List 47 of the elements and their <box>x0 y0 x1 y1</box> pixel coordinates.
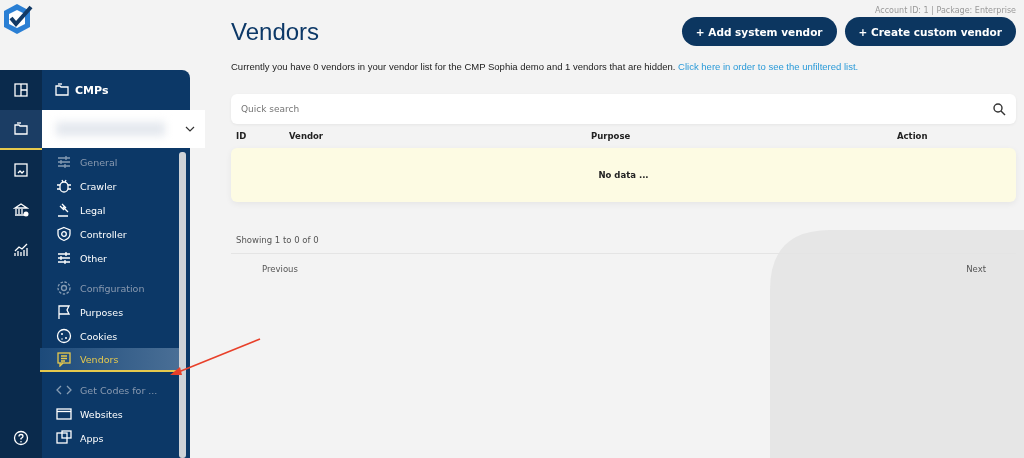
bank-icon <box>13 202 29 218</box>
add-vendor-button[interactable]: + Add system vendor <box>681 17 837 46</box>
column-header: Vendor <box>289 131 325 141</box>
nav-item[interactable]: Other <box>42 246 179 270</box>
empty-text: No data ... <box>598 170 649 180</box>
nav-item[interactable]: Vendors <box>40 348 179 372</box>
previous-link[interactable]: Previous <box>262 264 298 274</box>
add-vendor-button[interactable]: + Create custom vendor <box>844 17 1016 46</box>
nav-item[interactable]: Cookies <box>42 324 179 348</box>
cookie-icon <box>56 328 72 344</box>
nav-section-heading[interactable]: General <box>42 150 179 174</box>
nav-item[interactable]: Apps <box>42 426 179 450</box>
flag-icon <box>56 304 72 320</box>
column-header: ID <box>236 131 248 141</box>
account-info: Account ID: 1 | Package: Enterprise <box>874 6 1016 15</box>
help-icon <box>13 430 29 446</box>
pagination-info: Showing 1 to 0 of 0 <box>231 235 1016 254</box>
search-field[interactable]: Quick search <box>231 94 1016 124</box>
gear-icon <box>56 280 72 296</box>
nav-item[interactable]: Legal <box>42 198 179 222</box>
folder-icon <box>54 82 70 98</box>
page-title: Vendors <box>231 17 320 46</box>
sidebar-title[interactable]: CMPs <box>42 70 190 110</box>
nav-section-heading[interactable]: Configuration <box>42 276 179 300</box>
folder-icon <box>13 121 29 137</box>
nav-item[interactable]: Purposes <box>42 300 179 324</box>
notice-text: Currently you have 0 vendors in your vendor list for the CMP Sophia demo and 1 vendors that are hidden. Click here in order to see the unfiltered list. <box>231 61 860 72</box>
chart-icon <box>13 242 29 258</box>
window-icon <box>56 406 72 422</box>
image-icon <box>13 162 29 178</box>
nav-item[interactable]: Websites <box>42 402 179 426</box>
layout-icon <box>13 82 29 98</box>
shield-icon <box>56 226 72 242</box>
next-link[interactable]: Next <box>966 264 986 274</box>
sliders-icon <box>56 154 72 170</box>
column-header: Action <box>897 131 928 141</box>
list-icon <box>56 351 72 367</box>
bug-icon <box>56 178 72 194</box>
column-header: Purpose <box>591 131 632 141</box>
nav-item[interactable]: Crawler <box>42 174 179 198</box>
nav-item[interactable]: Controller <box>42 222 179 246</box>
sliders-icon <box>56 250 72 266</box>
chevron-icon <box>185 126 195 132</box>
nav-section-heading[interactable]: Get Codes for ... <box>42 378 179 402</box>
search-icon <box>993 103 1006 116</box>
scrollbar[interactable] <box>179 152 186 458</box>
window-icon <box>56 430 72 446</box>
